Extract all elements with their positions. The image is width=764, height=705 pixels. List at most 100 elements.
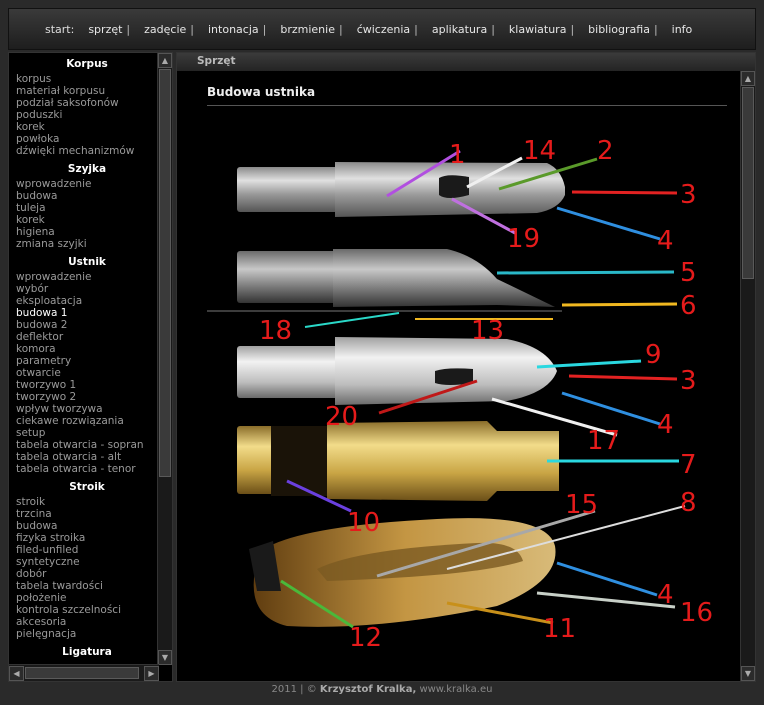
sidebar-item[interactable]: korek [16, 121, 159, 133]
nav-link-info[interactable]: info [672, 23, 693, 36]
sidebar-item[interactable]: filed-unfiled [16, 544, 159, 556]
sidebar-item[interactable]: ciekawe rozwiązania [16, 415, 159, 427]
nav-link-bibliografia[interactable]: bibliografia [588, 23, 650, 36]
sidebar-item[interactable]: wprowadzenie [16, 178, 159, 190]
nav-link-brzmienie[interactable]: brzmienie [280, 23, 335, 36]
footer-year: 2011 [271, 684, 297, 695]
sidebar-item[interactable]: stroik [16, 496, 159, 508]
label-6: 6 [680, 291, 697, 321]
sidebar-item[interactable]: otwarcie [16, 367, 159, 379]
sidebar-item[interactable]: syntetyczne [16, 556, 159, 568]
sidebar-item[interactable]: budowa 2 [16, 319, 159, 331]
sidebar-item[interactable]: budowa [16, 520, 159, 532]
nav-separator: | [570, 22, 575, 36]
mouthpiece-amber [249, 518, 556, 627]
sidebar-item[interactable]: tworzywo 2 [16, 391, 159, 403]
mouthpiece-steel-top [237, 162, 565, 217]
arrow-11 [446, 601, 554, 625]
nav-link-sprzet[interactable]: sprzęt [88, 23, 122, 36]
sidebar-item[interactable]: tworzywo 1 [16, 379, 159, 391]
sidebar-section-title: Ustnik [68, 256, 106, 268]
sidebar-item[interactable]: higiena [16, 226, 159, 238]
sidebar-item[interactable]: deflektor [16, 331, 159, 343]
label-12: 12 [349, 623, 382, 653]
nav-link-intonacja[interactable]: intonacja [208, 23, 259, 36]
sidebar-item[interactable]: komora [16, 343, 159, 355]
sidebar-item[interactable]: dobór [16, 568, 159, 580]
arrow-4-bottom [556, 561, 658, 597]
sidebar-item[interactable]: powłoka [16, 133, 159, 145]
label-13: 13 [471, 316, 504, 346]
sidebar-item[interactable]: tabela otwarcia - tenor [16, 463, 159, 475]
sidebar-item[interactable]: eksploatacja [16, 295, 159, 307]
sidebar-item[interactable]: pielęgnacja [16, 628, 159, 640]
sidebar-vertical-scrollbar[interactable]: ▲ ▼ [157, 53, 172, 665]
sidebar-item[interactable]: tabela twardości [16, 580, 159, 592]
scroll-down-arrow-icon[interactable]: ▼ [158, 650, 172, 665]
sidebar-item[interactable]: tabela otwarcia - sopran [16, 439, 159, 451]
mouthpiece-gold [237, 421, 559, 501]
sidebar-item[interactable]: fizyka stroika [16, 532, 159, 544]
mouthpiece-diagram: 1 14 2 3 19 4 5 6 18 13 9 3 20 4 17 7 10… [207, 136, 713, 653]
sidebar-item[interactable]: wybór [16, 283, 159, 295]
scroll-thumb[interactable] [159, 69, 171, 477]
sidebar-item[interactable]: parametry [16, 355, 159, 367]
sidebar-item[interactable]: trzcina [16, 508, 159, 520]
mouthpiece-steel-dark [207, 249, 562, 312]
nav-separator: | [338, 22, 343, 36]
scroll-up-arrow-icon[interactable]: ▲ [158, 53, 172, 68]
label-4-top: 4 [657, 226, 674, 256]
arrow-18 [304, 312, 400, 328]
sidebar-item[interactable]: materiał korpusu [16, 85, 159, 97]
footer: 2011 | © Krzysztof Kralka, www.kralka.eu [8, 682, 756, 698]
nav-separator: | [190, 22, 194, 36]
scroll-up-arrow-icon[interactable]: ▲ [741, 71, 755, 86]
sidebar-section-title: Stroik [69, 481, 105, 493]
scroll-down-arrow-icon[interactable]: ▼ [741, 666, 755, 681]
nav-link-cwiczenia[interactable]: ćwiczenia [357, 23, 410, 36]
sidebar-item[interactable]: tabela otwarcia - alt [16, 451, 159, 463]
label-16: 16 [680, 598, 713, 628]
sidebar-item[interactable]: dźwięki mechanizmów [16, 145, 159, 157]
sidebar-horizontal-scrollbar[interactable]: ◀ ▶ [9, 664, 159, 681]
main-vertical-scrollbar[interactable]: ▲ ▼ [740, 71, 755, 681]
sidebar-item[interactable]: podział saksofonów [16, 97, 159, 109]
label-8: 8 [680, 488, 697, 518]
sidebar-item[interactable]: zmiana szyjki [16, 238, 159, 250]
sidebar-item[interactable]: położenie [16, 592, 159, 604]
sidebar-item[interactable]: korek [16, 214, 159, 226]
sidebar-item[interactable]: budowa [16, 190, 159, 202]
sidebar-item[interactable]: setup [16, 427, 159, 439]
sidebar-item[interactable]: wpływ tworzywa [16, 403, 159, 415]
nav-separator: | [126, 22, 131, 36]
sidebar-item[interactable]: akcesoria [16, 616, 159, 628]
scroll-thumb[interactable] [25, 667, 139, 679]
scroll-thumb[interactable] [742, 87, 754, 279]
label-11: 11 [543, 614, 576, 644]
sidebar-item[interactable]: tuleja [16, 202, 159, 214]
sidebar-section-title: Korpus [66, 58, 108, 70]
label-15: 15 [565, 490, 598, 520]
sidebar: Korpus korpus materiał korpusu podział saks… [8, 52, 173, 682]
nav-start-label: start: [45, 22, 75, 36]
sidebar-item[interactable]: poduszki [16, 109, 159, 121]
section-header: Sprzęt [177, 53, 755, 71]
label-17: 17 [587, 426, 620, 456]
sidebar-item[interactable]: korpus [16, 73, 159, 85]
arrow-5 [496, 270, 675, 275]
sidebar-item[interactable]: kontrola szczelności [16, 604, 159, 616]
scroll-right-arrow-icon[interactable]: ▶ [144, 666, 159, 681]
nav-link-zadecie[interactable]: zadęcie [144, 23, 186, 36]
arrow-3-top [571, 190, 678, 195]
label-2: 2 [597, 136, 614, 166]
sidebar-item[interactable]: wprowadzenie [16, 271, 159, 283]
nav-link-aplikatura[interactable]: aplikatura [432, 23, 487, 36]
label-3-top: 3 [680, 180, 697, 210]
arrow-3-middle [568, 374, 678, 381]
footer-site-link[interactable]: www.kralka.eu [419, 684, 492, 695]
nav-link-klawiatura[interactable]: klawiatura [509, 23, 567, 36]
arrow-6 [561, 302, 678, 307]
label-14: 14 [523, 136, 556, 166]
scroll-left-arrow-icon[interactable]: ◀ [9, 666, 24, 681]
sidebar-item[interactable]: budowa 1 [16, 307, 159, 319]
